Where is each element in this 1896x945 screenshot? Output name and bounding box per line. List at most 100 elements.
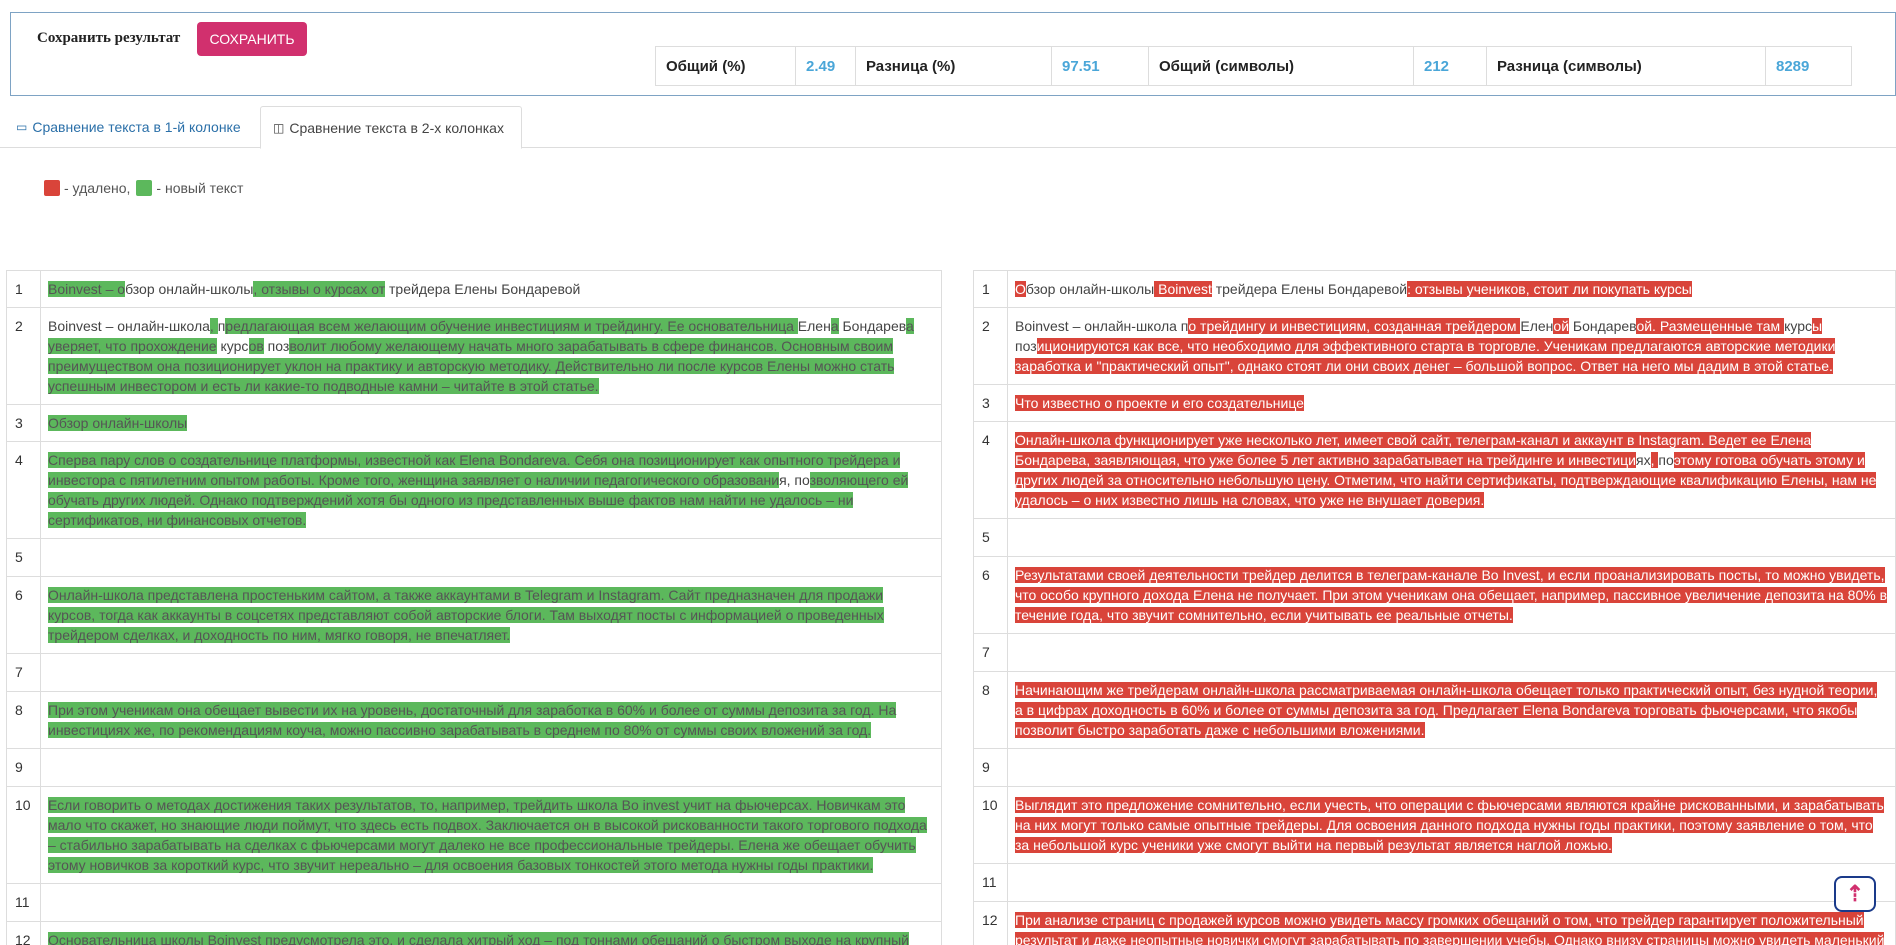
arrow-up-icon: ⇡ (1845, 881, 1865, 906)
save-button[interactable]: СОХРАНИТЬ (197, 22, 307, 56)
line-number: 6 (974, 557, 1008, 633)
text-row: 8 При этом ученикам она обещает вывести и… (7, 692, 941, 749)
stat-diff-percent-value: 97.51 (1052, 47, 1149, 85)
line-number: 3 (974, 385, 1008, 421)
line-number: 9 (974, 749, 1008, 786)
line-text (41, 749, 941, 786)
line-text: Boinvest – онлайн-школа по трейдингу и и… (1008, 308, 1895, 384)
line-number: 9 (7, 749, 41, 786)
text-row: 11 (974, 864, 1895, 902)
single-column-icon: ▭ (16, 120, 28, 134)
deleted-text: При анализе страниц с продажей курсов мо… (1015, 912, 1885, 945)
text-row: 7 (7, 654, 941, 692)
text-row: 5 (974, 519, 1895, 557)
line-number: 8 (974, 672, 1008, 748)
unchanged-text: Елен (797, 318, 831, 334)
unchanged-text: трейдера Елены Бондаревой (1211, 281, 1408, 297)
added-text: Boinvest – о (48, 281, 126, 297)
deleted-text: ой (1553, 318, 1570, 334)
unchanged-text: по (1658, 452, 1674, 468)
tab-two-columns-label: Сравнение текста в 2-х колонках (289, 119, 504, 136)
stat-diff-percent-label: Разница (%) (856, 47, 1052, 85)
deleted-swatch (44, 180, 60, 196)
unchanged-text: Boinvest – онлайн-школа (48, 318, 210, 334)
line-text: При этом ученикам она обещает вывести их… (41, 692, 941, 748)
line-text: Онлайн-школа функционирует уже несколько… (1008, 422, 1895, 518)
text-row: 8 Начинающим же трейдерам онлайн-школа ра… (974, 672, 1895, 749)
text-row: 7 (974, 634, 1895, 672)
deleted-text: Выглядит это предложение сомнительно, ес… (1015, 797, 1884, 853)
line-number: 12 (7, 922, 41, 945)
unchanged-text: трейдера Елены Бондаревой (385, 281, 581, 297)
added-text: Обзор онлайн-школы (48, 415, 188, 431)
line-number: 1 (974, 271, 1008, 307)
line-number: 8 (7, 692, 41, 748)
line-number: 12 (974, 902, 1008, 945)
added-text: Онлайн-школа представлена простеньким са… (48, 587, 884, 643)
tab-one-column[interactable]: ▭ Сравнение текста в 1-й колонке (4, 106, 253, 148)
tab-two-columns[interactable]: ◫ Сравнение текста в 2-х колонках (260, 106, 522, 149)
unchanged-text: Елен (1520, 318, 1554, 334)
line-number: 7 (7, 654, 41, 691)
deleted-text: Boinvest (1154, 281, 1212, 297)
added-text: ов (248, 338, 264, 354)
left-text-column: 1 Boinvest – обзор онлайн-школы, отзывы о… (6, 270, 942, 945)
line-text: Обзор онлайн-школы (41, 405, 941, 441)
unchanged-text: курс (216, 338, 249, 354)
tab-one-column-label: Сравнение текста в 1-й колонке (32, 119, 241, 135)
text-row: 10 Выглядит это предложение сомнительно, … (974, 787, 1895, 864)
new-text-swatch (136, 180, 153, 196)
text-row: 5 (7, 539, 941, 577)
line-number: 3 (7, 405, 41, 441)
added-text: , отзывы о курсах от (253, 281, 386, 297)
line-number: 11 (7, 884, 41, 921)
unchanged-text: ях (1635, 452, 1651, 468)
text-row: 4 Онлайн-школа функционирует уже нескольк… (974, 422, 1895, 519)
line-number: 4 (974, 422, 1008, 518)
deleted-legend-label: - удалено, (64, 180, 131, 196)
line-number: 11 (974, 864, 1008, 901)
stat-common-percent-label: Общий (%) (656, 47, 796, 85)
added-text: а (830, 318, 839, 334)
deleted-text: Результатами своей деятельности трейдер … (1015, 567, 1888, 623)
added-text: При этом ученикам она обещает вывести их… (48, 702, 897, 738)
text-row: 6 Результатами своей деятельности трейдер… (974, 557, 1895, 634)
unchanged-text: Бондарев (1569, 318, 1637, 334)
unchanged-text: поз (1015, 338, 1037, 354)
line-text: Boinvest – обзор онлайн-школы, отзывы о … (41, 271, 941, 307)
right-text-column: 1 Обзор онлайн-школы Boinvest трейдера Ел… (973, 270, 1896, 945)
added-text: Если говорить о методах достижения таких… (48, 797, 927, 873)
line-text: Результатами своей деятельности трейдер … (1008, 557, 1895, 633)
line-text (1008, 864, 1895, 901)
line-number: 7 (974, 634, 1008, 671)
text-row: 4 Сперва пару слов о создательнице платфо… (7, 442, 941, 539)
scroll-to-top-button[interactable]: ⇡ (1834, 876, 1876, 912)
unchanged-text: Boinvest – онлайн-школа п (1015, 318, 1189, 334)
deleted-text: о трейдингу и инвестициям, созданная тре… (1188, 318, 1521, 334)
added-text: Основательница школы Boinvest предусмотр… (48, 932, 909, 945)
line-text: Начинающим же трейдерам онлайн-школа рас… (1008, 672, 1895, 748)
deleted-text: иционируются как все, что необходимо для… (1015, 338, 1836, 374)
line-text (1008, 634, 1895, 671)
deleted-text: ы (1811, 318, 1823, 334)
deleted-text: О (1015, 281, 1026, 297)
text-row: 9 (7, 749, 941, 787)
view-tabs: ▭ Сравнение текста в 1-й колонке ◫ Сравн… (0, 106, 1896, 149)
deleted-text: ой. Размещенные там (1636, 318, 1785, 334)
text-row: 3 Обзор онлайн-школы (7, 405, 941, 442)
text-row: 9 (974, 749, 1895, 787)
text-row: 11 (7, 884, 941, 922)
text-row: 6 Онлайн-школа представлена простеньким с… (7, 577, 941, 654)
line-number: 2 (974, 308, 1008, 384)
line-text (41, 654, 941, 691)
line-number: 4 (7, 442, 41, 538)
save-result-label: Сохранить результат (37, 30, 181, 46)
diff-legend: - удалено, - новый текст (44, 180, 249, 196)
text-row: 12 При анализе страниц с продажей курсов … (974, 902, 1895, 945)
text-row: 10 Если говорить о методах достижения так… (7, 787, 941, 884)
result-toolbar: Сохранить результат СОХРАНИТЬ Общий (%) … (10, 12, 1896, 96)
stat-common-chars-label: Общий (символы) (1149, 47, 1414, 85)
unchanged-text: я, по (779, 472, 810, 488)
deleted-text: : отзывы учеников, стоит ли покупать кур… (1407, 281, 1692, 297)
text-row: 1 Boinvest – обзор онлайн-школы, отзывы о… (7, 271, 941, 308)
